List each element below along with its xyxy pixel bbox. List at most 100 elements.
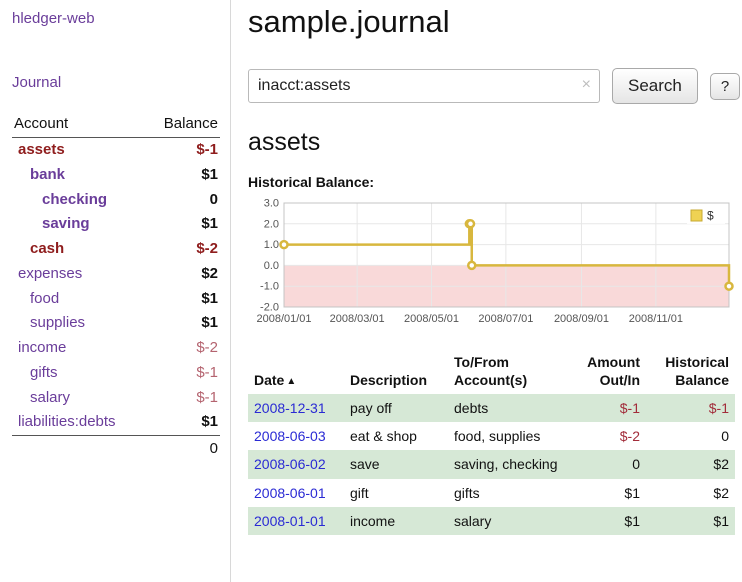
register-header-date[interactable]: Date▲ xyxy=(248,351,344,394)
accounts-header-balance: Balance xyxy=(146,112,220,138)
search-button[interactable]: Search xyxy=(612,68,698,104)
account-link[interactable]: bank xyxy=(30,166,65,183)
main-content: sample.journal × Search ? assets Histori… xyxy=(231,0,742,582)
account-balance: 0 xyxy=(146,188,220,213)
register-header-description: Description xyxy=(344,351,448,394)
data-point-marker xyxy=(281,241,288,248)
register-header-account: To/From Account(s) xyxy=(448,351,566,394)
accounts-total-balance: 0 xyxy=(146,436,220,462)
account-balance: $1 xyxy=(146,163,220,188)
register-header-date-label: Date xyxy=(254,372,284,388)
accounts-total-row: 0 xyxy=(12,436,220,462)
transaction-running-balance: 0 xyxy=(646,422,735,450)
transaction-amount: $-1 xyxy=(566,394,646,422)
transaction-description: income xyxy=(344,507,448,535)
transaction-accounts: saving, checking xyxy=(448,450,566,478)
account-balance: $-1 xyxy=(146,386,220,411)
account-link[interactable]: food xyxy=(30,290,59,307)
transaction-amount: $1 xyxy=(566,507,646,535)
transaction-accounts: debts xyxy=(448,394,566,422)
search-form: × Search ? xyxy=(248,68,740,104)
register-row: 2008-12-31pay offdebts$-1$-1 xyxy=(248,394,735,422)
account-link[interactable]: liabilities:debts xyxy=(18,413,116,430)
account-row: food $1 xyxy=(12,287,220,312)
x-tick-label: 2008/05/01 xyxy=(404,313,459,325)
y-tick-label: -1.0 xyxy=(260,281,279,293)
account-row: bank $1 xyxy=(12,163,220,188)
account-link[interactable]: cash xyxy=(30,240,64,257)
account-balance: $-2 xyxy=(146,336,220,361)
transaction-date-link[interactable]: 2008-12-31 xyxy=(254,400,326,416)
accounts-total-spacer xyxy=(12,436,146,462)
y-tick-label: 0.0 xyxy=(264,260,279,272)
transaction-description: pay off xyxy=(344,394,448,422)
account-link[interactable]: income xyxy=(18,339,66,356)
account-row: gifts$-1 xyxy=(12,361,220,386)
transaction-date-link[interactable]: 2008-06-01 xyxy=(254,485,326,501)
account-link[interactable]: salary xyxy=(30,389,70,406)
account-balance: $1 xyxy=(146,410,220,435)
page-title: sample.journal xyxy=(248,4,740,40)
transaction-running-balance: $2 xyxy=(646,479,735,507)
y-tick-label: 1.0 xyxy=(264,239,279,251)
data-point-marker xyxy=(467,220,474,227)
accounts-table: Account Balance assets $-1 bank $1 checking 0… xyxy=(12,112,220,462)
transaction-running-balance: $2 xyxy=(646,450,735,478)
transaction-description: gift xyxy=(344,479,448,507)
account-heading: assets xyxy=(248,128,740,157)
accounts-header-row: Account Balance xyxy=(12,112,220,138)
account-link[interactable]: supplies xyxy=(30,314,85,331)
transaction-date-link[interactable]: 2008-06-03 xyxy=(254,428,326,444)
transaction-amount: $-2 xyxy=(566,422,646,450)
account-row: liabilities:debts $1 xyxy=(12,410,220,435)
register-body: 2008-12-31pay offdebts$-1$-12008-06-03ea… xyxy=(248,394,735,535)
data-point-marker xyxy=(726,283,733,290)
account-balance: $1 xyxy=(146,311,220,336)
account-link[interactable]: saving xyxy=(42,215,90,232)
x-tick-label: 2008/01/01 xyxy=(256,313,311,325)
account-row: expenses$2 xyxy=(12,262,220,287)
accounts-body: assets$-1bank$1checking0saving$1cash$-2e… xyxy=(12,138,220,436)
account-row: supplies $1 xyxy=(12,311,220,336)
search-box: × xyxy=(248,69,600,103)
account-balance: $-1 xyxy=(146,138,220,163)
legend-label: $ xyxy=(707,209,714,223)
data-point-marker xyxy=(468,262,475,269)
transaction-date-link[interactable]: 2008-01-01 xyxy=(254,513,326,529)
account-row: income $-2 xyxy=(12,336,220,361)
transaction-amount: 0 xyxy=(566,450,646,478)
help-button[interactable]: ? xyxy=(710,73,740,100)
app-title-link[interactable]: hledger-web xyxy=(12,10,95,27)
transaction-description: eat & shop xyxy=(344,422,448,450)
account-row: salary $-1 xyxy=(12,386,220,411)
accounts-header-account: Account xyxy=(12,112,146,138)
account-balance: $-2 xyxy=(146,237,220,262)
x-tick-label: 2008/03/01 xyxy=(330,313,385,325)
transaction-accounts: salary xyxy=(448,507,566,535)
account-link[interactable]: gifts xyxy=(30,364,58,381)
app-title: hledger-web xyxy=(12,10,220,28)
register-table: Date▲ Description To/From Account(s) Amo… xyxy=(248,351,735,535)
account-link[interactable]: checking xyxy=(42,191,107,208)
register-header-row: Date▲ Description To/From Account(s) Amo… xyxy=(248,351,735,394)
register-row: 2008-06-03eat & shopfood, supplies$-20 xyxy=(248,422,735,450)
register-header-amount: Amount Out/In xyxy=(566,351,646,394)
register-row: 2008-06-02savesaving, checking0$2 xyxy=(248,450,735,478)
account-link[interactable]: expenses xyxy=(18,265,82,282)
account-balance: $1 xyxy=(146,287,220,312)
clear-search-icon[interactable]: × xyxy=(582,77,591,93)
y-tick-label: 2.0 xyxy=(264,218,279,230)
y-tick-label: 3.0 xyxy=(264,198,279,210)
journal-link[interactable]: Journal xyxy=(12,74,61,91)
transaction-amount: $1 xyxy=(566,479,646,507)
sidebar: hledger-web Journal Account Balance asse… xyxy=(0,0,231,582)
hledger-web-app: hledger-web Journal Account Balance asse… xyxy=(0,0,742,582)
transaction-date-link[interactable]: 2008-06-02 xyxy=(254,456,326,472)
legend-swatch xyxy=(691,210,702,221)
journal-nav: Journal xyxy=(12,74,220,92)
x-tick-label: 2008/09/01 xyxy=(554,313,609,325)
y-tick-label: -2.0 xyxy=(260,302,279,314)
account-link[interactable]: assets xyxy=(18,141,65,158)
search-input[interactable] xyxy=(248,69,600,103)
account-row: cash $-2 xyxy=(12,237,220,262)
